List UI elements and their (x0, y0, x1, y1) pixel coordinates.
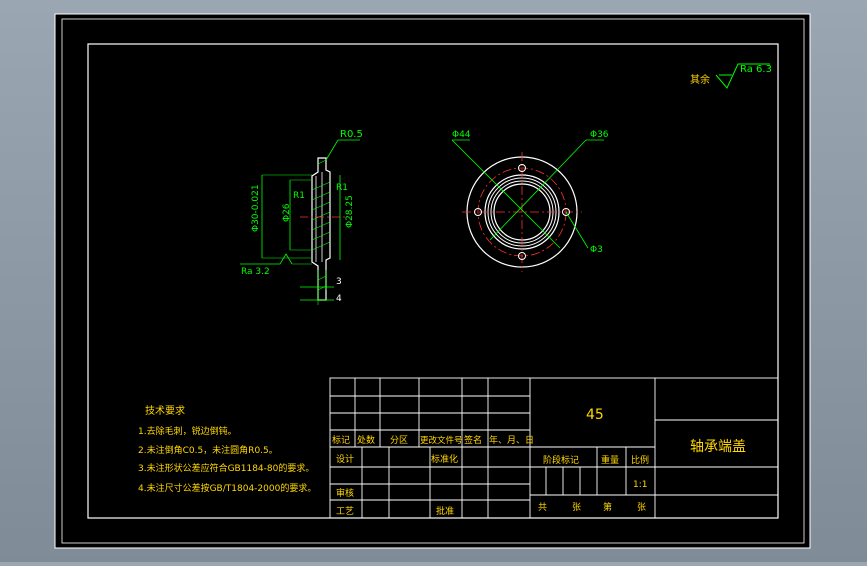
process-label: 工艺 (336, 506, 354, 517)
drawing-canvas: 其余 Ra 6.3 R0.5 Φ30-0.021 Φ26 R1 R1 Φ28.2… (54, 13, 811, 549)
standardize-label: 标准化 (431, 453, 458, 465)
dia-36-label: Φ36 (590, 130, 609, 140)
header-zone: 分区 (390, 435, 408, 446)
r1-right-label: R1 (336, 183, 348, 193)
tech-item: 2.未注倒角C0.5，未注圆角R0.5。 (138, 444, 278, 456)
cad-viewport: 其余 Ra 6.3 R0.5 Φ30-0.021 Φ26 R1 R1 Φ28.2… (0, 0, 867, 562)
header-count: 处数 (357, 434, 375, 446)
scale-label: 比例 (631, 454, 649, 466)
weight-label: 重量 (601, 454, 619, 466)
dim-3-label: 3 (336, 277, 342, 287)
approve-label: 批准 (436, 505, 454, 517)
sheet-unit-b: 张 (637, 502, 646, 513)
design-label: 设计 (336, 453, 354, 465)
header-mark: 标记 (332, 434, 350, 446)
scale-value: 1:1 (633, 480, 647, 490)
tech-item: 3.未注形状公差应符合GB1184-80的要求。 (138, 462, 314, 474)
review-label: 审核 (336, 487, 354, 499)
header-date: 年、月、日 (489, 434, 534, 446)
dia-right-label: Φ28.25 (345, 195, 355, 228)
stage-mark-label: 阶段标记 (543, 454, 579, 466)
tech-title: 技术要求 (145, 404, 185, 417)
tech-item: 4.未注尺寸公差按GB/T1804-2000的要求。 (138, 482, 316, 494)
sheets-total-label: 共 (538, 502, 547, 513)
header-signature: 签名 (464, 434, 482, 446)
header-change-doc: 更改文件号 (420, 435, 463, 446)
material-label: 45 (586, 407, 604, 423)
roughness-label: Ra 3.2 (241, 267, 270, 277)
part-name: 轴承端盖 (690, 439, 746, 455)
tech-item: 1.去除毛刺，锐边倒钝。 (138, 425, 237, 437)
sheet-unit-a: 张 (572, 502, 581, 513)
dia-3-label: Φ3 (590, 245, 603, 255)
sheet-no-label: 第 (603, 501, 612, 513)
dia-outer-label: Φ30-0.021 (251, 184, 261, 232)
finish-prefix: 其余 (690, 73, 710, 86)
dia-44-label: Φ44 (452, 130, 471, 140)
r1-left-label: R1 (293, 191, 305, 201)
dia-inner-label: Φ26 (282, 203, 292, 222)
radius-top-label: R0.5 (340, 129, 363, 140)
dim-4-label: 4 (336, 294, 342, 304)
finish-value: Ra 6.3 (740, 64, 772, 75)
